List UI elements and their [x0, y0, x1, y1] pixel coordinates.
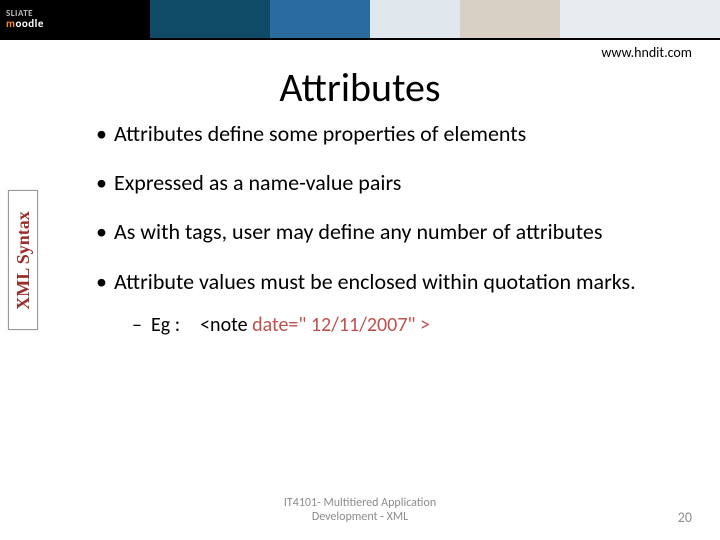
bullet-dot-icon: • [96, 264, 114, 299]
bullet-item: • Expressed as a name-value pairs [96, 165, 690, 200]
example-code: <note date=" 12/11/2007" > [182, 313, 430, 337]
banner-brand-text: moodle [6, 18, 44, 29]
example-line: – Eg : <note date=" 12/11/2007" > [132, 313, 690, 337]
bullet-text: Attributes define some properties of ele… [114, 116, 690, 151]
bullet-item: • Attributes define some properties of e… [96, 116, 690, 151]
bullet-text: Attribute values must be enclosed within… [114, 264, 690, 299]
code-prefix: <note [200, 313, 252, 337]
bullet-item: • As with tags, user may define any numb… [96, 214, 690, 249]
bullet-dot-icon: • [96, 116, 114, 151]
bullet-dot-icon: • [96, 165, 114, 200]
banner-image: SLIATE moodle [0, 0, 720, 38]
bullet-dot-icon: • [96, 214, 114, 249]
bullet-item: • Attribute values must be enclosed with… [96, 264, 690, 299]
footer-line1: IT4101- Multitiered Application [284, 496, 436, 510]
bullet-text: As with tags, user may define any number… [114, 214, 690, 249]
slide-title: Attributes [0, 63, 720, 112]
banner-brand: SLIATE moodle [0, 9, 44, 29]
footer: IT4101- Multitiered Application Developm… [0, 496, 720, 530]
code-highlight: date=" 12/11/2007" > [252, 313, 430, 337]
page-number: 20 [678, 509, 692, 526]
content-area: • Attributes define some properties of e… [0, 112, 720, 337]
footer-text: IT4101- Multitiered Application Developm… [284, 496, 436, 525]
slide: SLIATE moodle www.hndit.com Attributes X… [0, 0, 720, 540]
footer-line2: Development - XML [284, 510, 436, 524]
source-url: www.hndit.com [0, 40, 720, 61]
bullet-text: Expressed as a name-value pairs [114, 165, 690, 200]
sub-dash-icon: – Eg : [132, 313, 182, 337]
example-label: Eg : [151, 313, 180, 337]
